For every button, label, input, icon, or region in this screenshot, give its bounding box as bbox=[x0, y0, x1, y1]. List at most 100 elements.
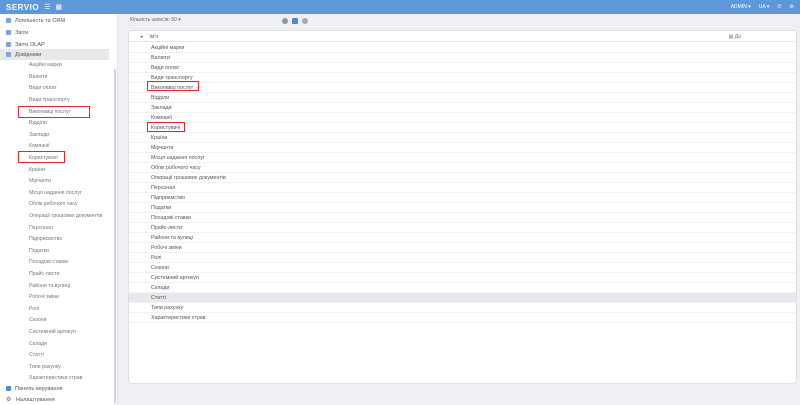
sidebar-subitem[interactable]: Системний артикул bbox=[29, 329, 76, 335]
sidebar-subitem[interactable]: Валюти bbox=[29, 74, 47, 80]
table-row[interactable]: Облік робочого часу bbox=[129, 163, 796, 173]
sort-arrow-icon[interactable]: ◂ bbox=[140, 34, 143, 40]
table-row[interactable]: Сезони bbox=[129, 263, 796, 273]
row-label: Види оплат bbox=[151, 64, 180, 71]
table-row[interactable]: Райони та вулиці bbox=[129, 233, 796, 243]
sidebar-item-directories[interactable]: Довідники bbox=[0, 49, 109, 60]
hamburger-icon[interactable]: ☰ bbox=[44, 3, 50, 11]
table-row[interactable]: Заклади bbox=[129, 103, 796, 113]
sidebar-item-label: Налаштування bbox=[16, 396, 55, 403]
row-label: Валюти bbox=[151, 54, 170, 61]
column-do-label: До bbox=[734, 34, 741, 40]
table-row[interactable]: Операції грошових документів bbox=[129, 173, 796, 183]
row-label: Заклади bbox=[151, 104, 172, 111]
table-row[interactable]: Робочі зміни bbox=[129, 243, 796, 253]
sidebar-scrollbar[interactable] bbox=[114, 69, 116, 404]
table-row[interactable]: Посадові ставки bbox=[129, 213, 796, 223]
row-label: Ролі bbox=[151, 254, 162, 261]
row-label: Акційні марки bbox=[151, 44, 185, 51]
sidebar-subitem[interactable]: Ролі bbox=[29, 306, 39, 312]
sidebar-subitem[interactable]: Види оплат bbox=[29, 85, 57, 91]
app-logo[interactable]: SERVIO bbox=[6, 3, 39, 12]
table-row[interactable]: Місця надання послуг bbox=[129, 153, 796, 163]
directory-table: ◂ Ім'я ▤ До Акційні марки Валюти Види оп… bbox=[128, 30, 797, 384]
table-row[interactable]: Типи рахунку bbox=[129, 303, 796, 313]
table-row[interactable]: Податки bbox=[129, 203, 796, 213]
loyalty-icon bbox=[6, 18, 11, 23]
table-row-selected[interactable]: Статті bbox=[129, 293, 796, 303]
sidebar-subitem[interactable]: Місця надання послуг bbox=[29, 190, 82, 196]
sidebar-subitem[interactable]: Характеристики страв bbox=[29, 375, 82, 381]
table-row[interactable]: Країни bbox=[129, 133, 796, 143]
phone-icon[interactable]: ✆ bbox=[777, 4, 781, 10]
column-name-header[interactable]: Ім'я bbox=[150, 34, 159, 40]
table-row[interactable]: Акційні марки bbox=[129, 43, 796, 53]
annotation-box bbox=[147, 81, 199, 91]
row-label: Системний артикул bbox=[151, 274, 199, 281]
sidebar-subitem[interactable]: Види транспорту bbox=[29, 97, 70, 103]
table-row[interactable]: Персонал bbox=[129, 183, 796, 193]
gear-icon[interactable]: ⚙ bbox=[790, 4, 794, 10]
sidebar-subitem[interactable]: Податки bbox=[29, 248, 49, 254]
sidebar-subitem[interactable]: Статті bbox=[29, 352, 44, 358]
annotation-box bbox=[18, 106, 90, 118]
grid-view-icon[interactable] bbox=[292, 18, 298, 24]
sidebar-subitem[interactable]: Акційні марки bbox=[29, 62, 62, 68]
row-label: Компанії bbox=[151, 114, 173, 121]
table-row[interactable]: Виконавці послуг bbox=[129, 83, 796, 93]
sidebar-subitem[interactable]: Облік робочого часу bbox=[29, 201, 78, 207]
row-label: Податки bbox=[151, 204, 172, 211]
column-do-header[interactable]: ▤ До bbox=[729, 34, 741, 40]
dashboard-icon bbox=[6, 386, 11, 391]
sidebar-item-loyalty[interactable]: Лояльність та CRM bbox=[6, 15, 117, 26]
sidebar-subitem[interactable]: Склади bbox=[29, 341, 47, 347]
records-per-page-select[interactable]: Кількість записів: 50 ▾ bbox=[130, 17, 181, 23]
table-row[interactable]: Валюти bbox=[129, 53, 796, 63]
table-row[interactable]: Користувачі bbox=[129, 123, 796, 133]
sidebar-item-label: Звіти bbox=[15, 29, 29, 36]
table-row[interactable]: Підприємство bbox=[129, 193, 796, 203]
table-row[interactable]: Склади bbox=[129, 283, 796, 293]
row-label: Облік робочого часу bbox=[151, 164, 201, 171]
table-row[interactable]: Прайс-листи bbox=[129, 223, 796, 233]
user-menu[interactable]: ADMIN ▾ bbox=[731, 4, 751, 10]
sidebar-subitem[interactable]: Прайс-листи bbox=[29, 271, 60, 277]
row-label: Місця надання послуг bbox=[151, 154, 205, 161]
sidebar-item-control-panel[interactable]: Панель керування bbox=[6, 383, 117, 394]
theme-toggle-icon[interactable] bbox=[282, 18, 288, 24]
language-menu[interactable]: UA ▾ bbox=[759, 4, 770, 10]
sidebar-subitem[interactable]: Персонал bbox=[29, 225, 53, 231]
sidebar-subitem[interactable]: Райони та вулиці bbox=[29, 283, 70, 289]
olap-icon bbox=[6, 42, 11, 47]
sidebar-item-label: Лояльність та CRM bbox=[15, 17, 66, 24]
sidebar-subitem[interactable]: Компанії bbox=[29, 143, 50, 149]
sidebar-item-reports[interactable]: Звіти bbox=[6, 27, 117, 38]
sidebar-subitem[interactable]: Підприємство bbox=[29, 236, 62, 242]
table-row[interactable]: Види оплат bbox=[129, 63, 796, 73]
sidebar-subitem[interactable]: Сезони bbox=[29, 317, 47, 323]
table-row[interactable]: Компанії bbox=[129, 113, 796, 123]
table-row[interactable]: Системний артикул bbox=[129, 273, 796, 283]
sidebar-subitem[interactable]: Операції грошових документів bbox=[29, 213, 102, 219]
sidebar-subitem[interactable]: Робочі зміни bbox=[29, 294, 59, 300]
row-label: Робочі зміни bbox=[151, 244, 182, 251]
row-label: Країни bbox=[151, 134, 168, 141]
sidebar-subitem[interactable]: Посадові ставки bbox=[29, 259, 68, 265]
calendar-icon[interactable]: ▦ bbox=[55, 3, 62, 11]
table-row[interactable]: Відділи bbox=[129, 93, 796, 103]
sidebar-subitem[interactable]: Типи рахунку bbox=[29, 364, 61, 370]
row-label: Посадові ставки bbox=[151, 214, 191, 221]
table-row[interactable]: Ролі bbox=[129, 253, 796, 263]
sidebar-item-settings[interactable]: ⚙ Налаштування bbox=[6, 394, 117, 405]
directories-icon bbox=[6, 52, 11, 57]
table-row[interactable]: Мірчанти bbox=[129, 143, 796, 153]
table-row[interactable]: Види транспорту bbox=[129, 73, 796, 83]
sidebar-subitem[interactable]: Країни bbox=[29, 167, 45, 173]
table-row[interactable]: Характеристики страв bbox=[129, 313, 796, 323]
sidebar-item-label: Звіти OLAP bbox=[15, 41, 45, 48]
settings-view-icon[interactable] bbox=[302, 18, 308, 24]
row-label: Операції грошових документів bbox=[151, 174, 226, 181]
sidebar-subitem[interactable]: Заклади bbox=[29, 132, 49, 138]
sidebar-subitem[interactable]: Відділи bbox=[29, 120, 47, 126]
sidebar-subitem[interactable]: Мірчанти bbox=[29, 178, 51, 184]
